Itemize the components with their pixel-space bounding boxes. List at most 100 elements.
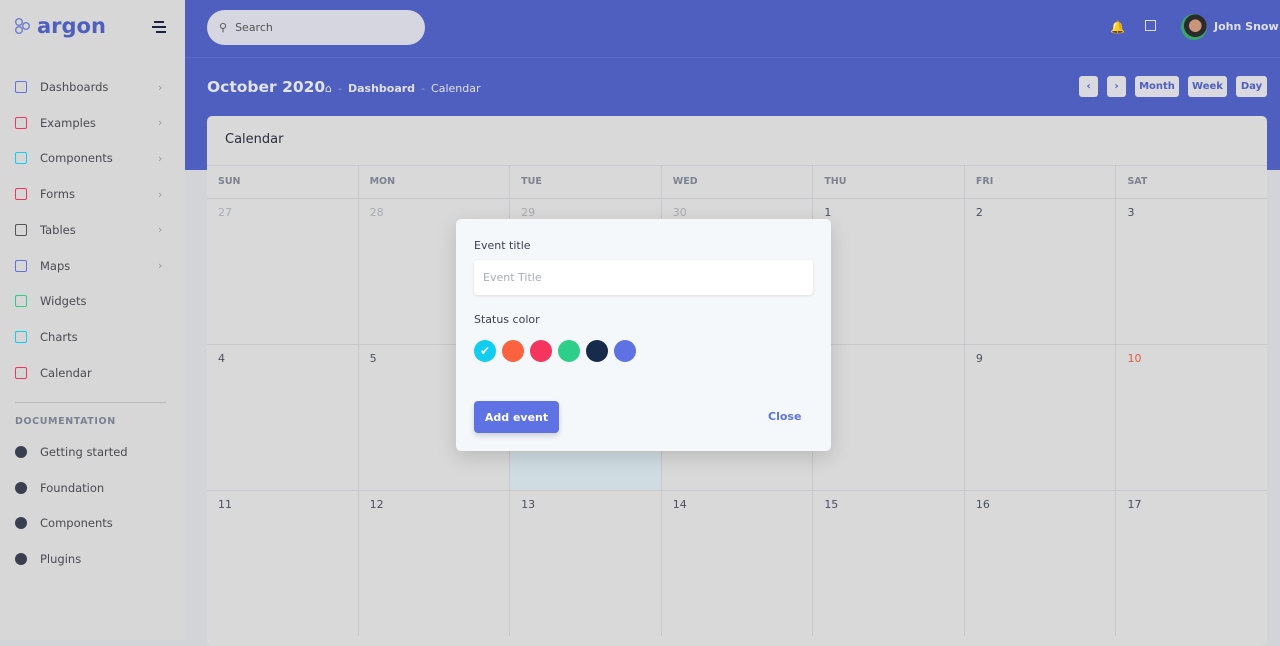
chevron-right-icon: › (158, 187, 163, 201)
bell-icon[interactable]: 🔔 (1110, 20, 1125, 34)
search-icon: ⚲ (219, 21, 228, 34)
color-swatch[interactable]: ✔ (474, 340, 496, 362)
sidebar-item-label: Components (40, 151, 113, 166)
documentation-heading: DOCUMENTATION (15, 416, 116, 427)
day-cell[interactable]: 9 (965, 345, 1117, 490)
doc-item-getting-started[interactable]: Getting started (0, 435, 185, 469)
widgets-icon (15, 295, 27, 308)
sidebar-item-label: Maps (40, 258, 71, 273)
day-number: 12 (369, 498, 384, 511)
sidebar-item-calendar[interactable]: Calendar (0, 356, 185, 390)
day-number: 3 (1127, 206, 1135, 219)
day-number: 29 (521, 206, 536, 219)
event-title-input[interactable] (474, 260, 813, 295)
day-cell[interactable]: 14 (662, 491, 814, 636)
day-cell[interactable]: 17 (1116, 491, 1267, 636)
charts-icon (15, 330, 27, 343)
home-icon[interactable]: ⌂ (325, 82, 332, 95)
day-cell[interactable]: 3 (1116, 199, 1267, 344)
sidebar-item-forms[interactable]: Forms › (0, 177, 185, 211)
sidebar-toggle-icon[interactable] (152, 21, 166, 36)
day-cell[interactable]: 1 (813, 199, 965, 344)
sidebar-item-dashboards[interactable]: Dashboards › (0, 70, 185, 104)
weekday-label: SUN (207, 166, 359, 198)
day-number: 17 (1127, 498, 1142, 511)
day-cell[interactable]: 2 (965, 199, 1117, 344)
sidebar-item-label: Widgets (40, 294, 87, 309)
examples-icon (15, 116, 27, 129)
day-cell[interactable]: 27 (207, 199, 359, 344)
sidebar-item-label: Tables (40, 222, 76, 237)
chevron-right-icon: › (158, 116, 163, 130)
day-cell[interactable]: 8 (813, 345, 965, 490)
day-cell[interactable]: 13 (510, 491, 662, 636)
day-cell[interactable]: 11 (207, 491, 359, 636)
sidebar-item-charts[interactable]: Charts (0, 320, 185, 354)
sidebar-item-widgets[interactable]: Widgets (0, 284, 185, 318)
prev-button[interactable]: ‹ (1079, 76, 1098, 97)
sidebar-item-examples[interactable]: Examples › (0, 106, 185, 140)
color-swatch[interactable] (530, 340, 552, 362)
chevron-right-icon: › (158, 223, 163, 237)
add-event-button[interactable]: Add event (474, 401, 559, 433)
weekday-label: FRI (965, 166, 1117, 198)
day-view-button[interactable]: Day (1236, 76, 1267, 97)
week-view-button[interactable]: Week (1188, 76, 1227, 97)
month-view-button[interactable]: Month (1135, 76, 1179, 97)
doc-item-label: Plugins (40, 552, 82, 567)
doc-item-plugins[interactable]: Plugins (0, 542, 185, 576)
doc-icon (15, 553, 27, 566)
brand-name: argon (37, 14, 106, 38)
sidebar-item-label: Examples (40, 115, 96, 130)
forms-icon (15, 188, 27, 201)
card-title: Calendar (225, 132, 284, 147)
breadcrumb-calendar: Calendar (431, 82, 481, 95)
search-input[interactable]: ⚲ Search (207, 10, 425, 45)
day-number: 5 (369, 352, 377, 365)
sidebar-item-tables[interactable]: Tables › (0, 213, 185, 247)
day-cell[interactable]: 12 (359, 491, 511, 636)
breadcrumb-dashboard[interactable]: Dashboard (348, 82, 415, 95)
doc-item-components[interactable]: Components (0, 506, 185, 540)
status-color-label: Status color (474, 313, 540, 326)
day-cell[interactable]: 15 (813, 491, 965, 636)
color-swatch[interactable] (586, 340, 608, 362)
components-icon (15, 152, 27, 165)
doc-item-label: Foundation (40, 480, 105, 495)
sidebar: argon Dashboards › Examples › Components › For… (0, 0, 185, 640)
sidebar-item-maps[interactable]: Maps › (0, 249, 185, 283)
day-number: 13 (521, 498, 536, 511)
close-button[interactable]: Close (768, 410, 801, 423)
weekday-label: THU (813, 166, 965, 198)
user-name[interactable]: John Snow (1214, 20, 1279, 33)
maps-icon (15, 259, 27, 272)
day-cell[interactable]: 4 (207, 345, 359, 490)
day-number: 11 (218, 498, 232, 511)
breadcrumb: ⌂ - Dashboard - Calendar (325, 82, 481, 95)
color-swatch[interactable] (558, 340, 580, 362)
brand-logo[interactable]: argon (14, 14, 106, 38)
day-number: 2 (975, 206, 983, 219)
weekday-label: TUE (510, 166, 662, 198)
day-number: 28 (369, 206, 384, 219)
doc-item-foundation[interactable]: Foundation (0, 471, 185, 505)
color-swatch[interactable] (502, 340, 524, 362)
dashboards-icon (15, 81, 27, 93)
color-swatch[interactable] (614, 340, 636, 362)
page-title: October 2020 (207, 78, 326, 96)
chevron-right-icon: › (158, 259, 163, 272)
day-cell[interactable]: 10 (1116, 345, 1267, 490)
next-button[interactable]: › (1107, 76, 1126, 97)
doc-icon (15, 446, 27, 458)
pages-icon[interactable] (1145, 20, 1156, 31)
day-number: 9 (975, 352, 983, 365)
sidebar-item-components[interactable]: Components › (0, 141, 185, 175)
day-cell[interactable]: 16 (965, 491, 1117, 636)
logo-icon (15, 18, 30, 34)
avatar[interactable] (1181, 14, 1207, 40)
doc-item-label: Components (40, 516, 113, 531)
header-divider (185, 57, 1280, 58)
weekday-header: SUN MON TUE WED THU FRI SAT (207, 165, 1267, 198)
day-number: 15 (824, 498, 839, 511)
check-icon: ✔ (479, 344, 491, 358)
